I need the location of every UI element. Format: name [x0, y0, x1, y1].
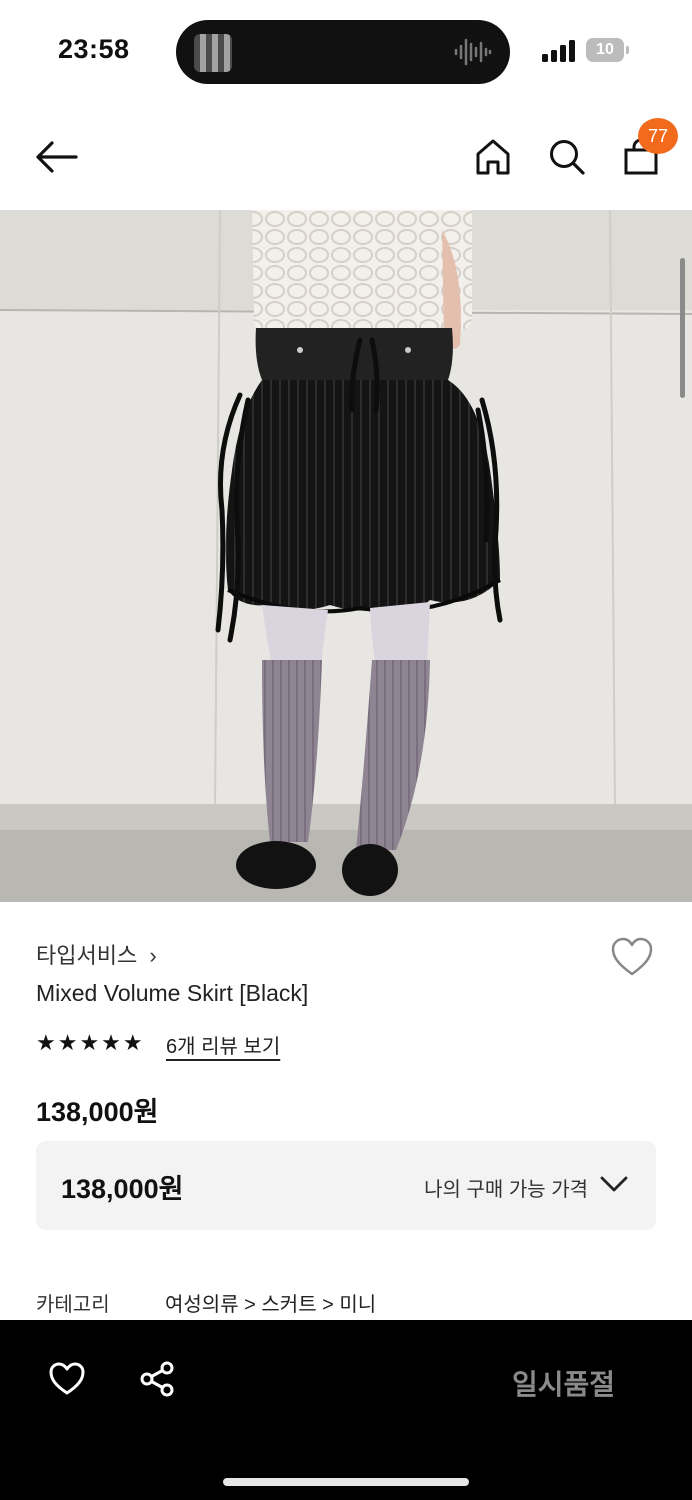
chevron-right-icon: ›	[149, 943, 157, 968]
product-photo	[0, 210, 692, 902]
home-indicator[interactable]	[223, 1478, 469, 1486]
status-time: 23:58	[58, 34, 130, 64]
product-name: Mixed Volume Skirt [Black]	[36, 980, 309, 1006]
audio-waveform-icon	[454, 38, 492, 66]
brand-link[interactable]: 타입서비스 ›	[36, 938, 157, 970]
brand-name: 타입서비스	[36, 943, 138, 968]
wishlist-heart-icon[interactable]	[610, 937, 654, 977]
bottom-heart-icon[interactable]	[48, 1362, 86, 1396]
now-playing-thumbnail	[194, 34, 232, 72]
sold-out-button[interactable]: 일시품절	[512, 1363, 615, 1403]
rating-stars: ★★★★★	[36, 1030, 145, 1055]
my-price-label: 나의 구매 가능 가격	[424, 1179, 588, 1201]
home-icon[interactable]	[474, 138, 512, 176]
category-label: 카테고리	[36, 1294, 110, 1316]
my-price-value: 138,000원	[61, 1174, 184, 1204]
battery-tip	[626, 46, 629, 54]
cellular-signal-icon	[542, 40, 575, 62]
top-navigation	[0, 100, 692, 210]
share-icon[interactable]	[138, 1360, 176, 1398]
category-breadcrumb[interactable]: 여성의류 > 스커트 > 미니	[165, 1288, 376, 1317]
product-image[interactable]	[0, 210, 692, 902]
chevron-down-icon	[600, 1176, 628, 1192]
my-price-dropdown[interactable]: 138,000원 나의 구매 가능 가격	[36, 1141, 656, 1230]
cart-count-badge: 77	[638, 118, 678, 154]
battery-indicator: 10	[586, 38, 624, 62]
bottom-action-bar	[0, 1320, 692, 1500]
status-bar: 23:58 10	[0, 0, 692, 100]
reviews-link[interactable]: 6개 리뷰 보기	[166, 1030, 280, 1059]
scroll-indicator	[680, 258, 685, 398]
back-arrow-icon[interactable]	[34, 140, 78, 174]
dynamic-island[interactable]	[176, 20, 510, 84]
search-icon[interactable]	[548, 138, 586, 176]
product-price: 138,000원	[36, 1097, 159, 1127]
